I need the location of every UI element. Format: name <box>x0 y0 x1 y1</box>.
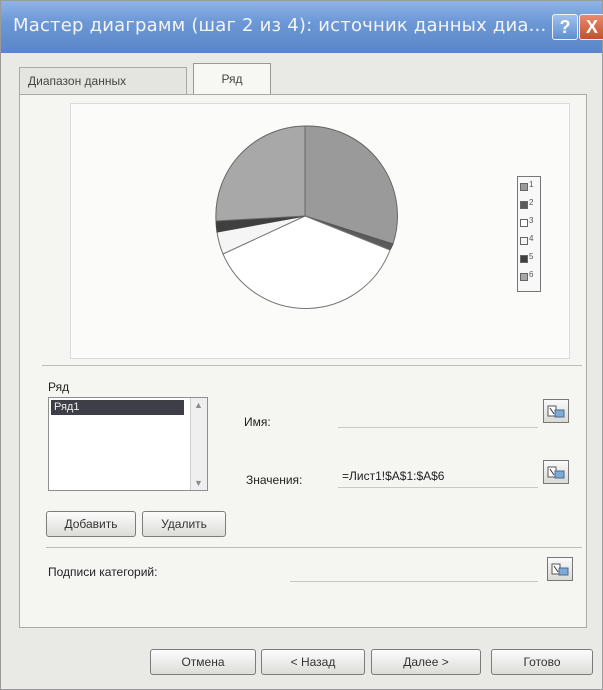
legend-item: 5 <box>518 250 540 267</box>
close-button[interactable]: X <box>579 14 603 40</box>
tab-series[interactable]: Ряд <box>193 63 271 96</box>
chart-legend: 1 2 3 4 5 6 <box>517 176 541 292</box>
series-list-label: Ряд <box>48 380 70 394</box>
scroll-down-icon[interactable]: ▼ <box>194 478 203 488</box>
cancel-button[interactable]: Отмена <box>150 649 256 675</box>
chart-wizard-dialog: Мастер диаграмм (шаг 2 из 4): источник д… <box>0 0 603 690</box>
add-series-button[interactable]: Добавить <box>46 511 136 537</box>
series-listbox[interactable]: Ряд1 ▲ ▼ <box>48 397 208 491</box>
pie-chart-preview <box>215 125 398 309</box>
series-list-item[interactable]: Ряд1 <box>51 400 184 415</box>
category-labels-label: Подписи категорий: <box>48 565 158 579</box>
values-field-label: Значения: <box>246 473 303 487</box>
separator <box>42 365 582 366</box>
values-field[interactable]: =Лист1!$A$1:$A$6 <box>338 465 538 488</box>
legend-item: 1 <box>518 178 540 195</box>
remove-series-button[interactable]: Удалить <box>142 511 226 537</box>
chart-preview: 1 2 3 4 5 6 <box>70 103 570 359</box>
range-picker-icon[interactable] <box>543 399 569 423</box>
legend-item: 2 <box>518 196 540 213</box>
legend-item: 6 <box>518 268 540 285</box>
range-picker-icon[interactable] <box>547 557 573 581</box>
tab-panel-series: 1 2 3 4 5 6 Ряд Ряд1 ▲ ▼ Добавить Удалит… <box>19 94 587 628</box>
finish-button[interactable]: Готово <box>491 649 593 675</box>
name-field[interactable] <box>338 405 538 428</box>
legend-item: 3 <box>518 214 540 231</box>
separator <box>46 547 582 548</box>
category-labels-field[interactable] <box>290 559 538 582</box>
scroll-up-icon[interactable]: ▲ <box>194 400 203 410</box>
title-bar: Мастер диаграмм (шаг 2 из 4): источник д… <box>1 1 603 53</box>
tab-data-range[interactable]: Диапазон данных <box>19 67 187 94</box>
range-picker-icon[interactable] <box>543 460 569 484</box>
pie-slice-6 <box>215 125 306 222</box>
name-field-label: Имя: <box>244 415 271 429</box>
next-button[interactable]: Далее > <box>371 649 481 675</box>
series-list-scrollbar[interactable]: ▲ ▼ <box>190 398 207 490</box>
help-button[interactable]: ? <box>552 14 578 40</box>
legend-item: 4 <box>518 232 540 249</box>
back-button[interactable]: < Назад <box>261 649 365 675</box>
dialog-title: Мастер диаграмм (шаг 2 из 4): источник д… <box>13 15 547 36</box>
